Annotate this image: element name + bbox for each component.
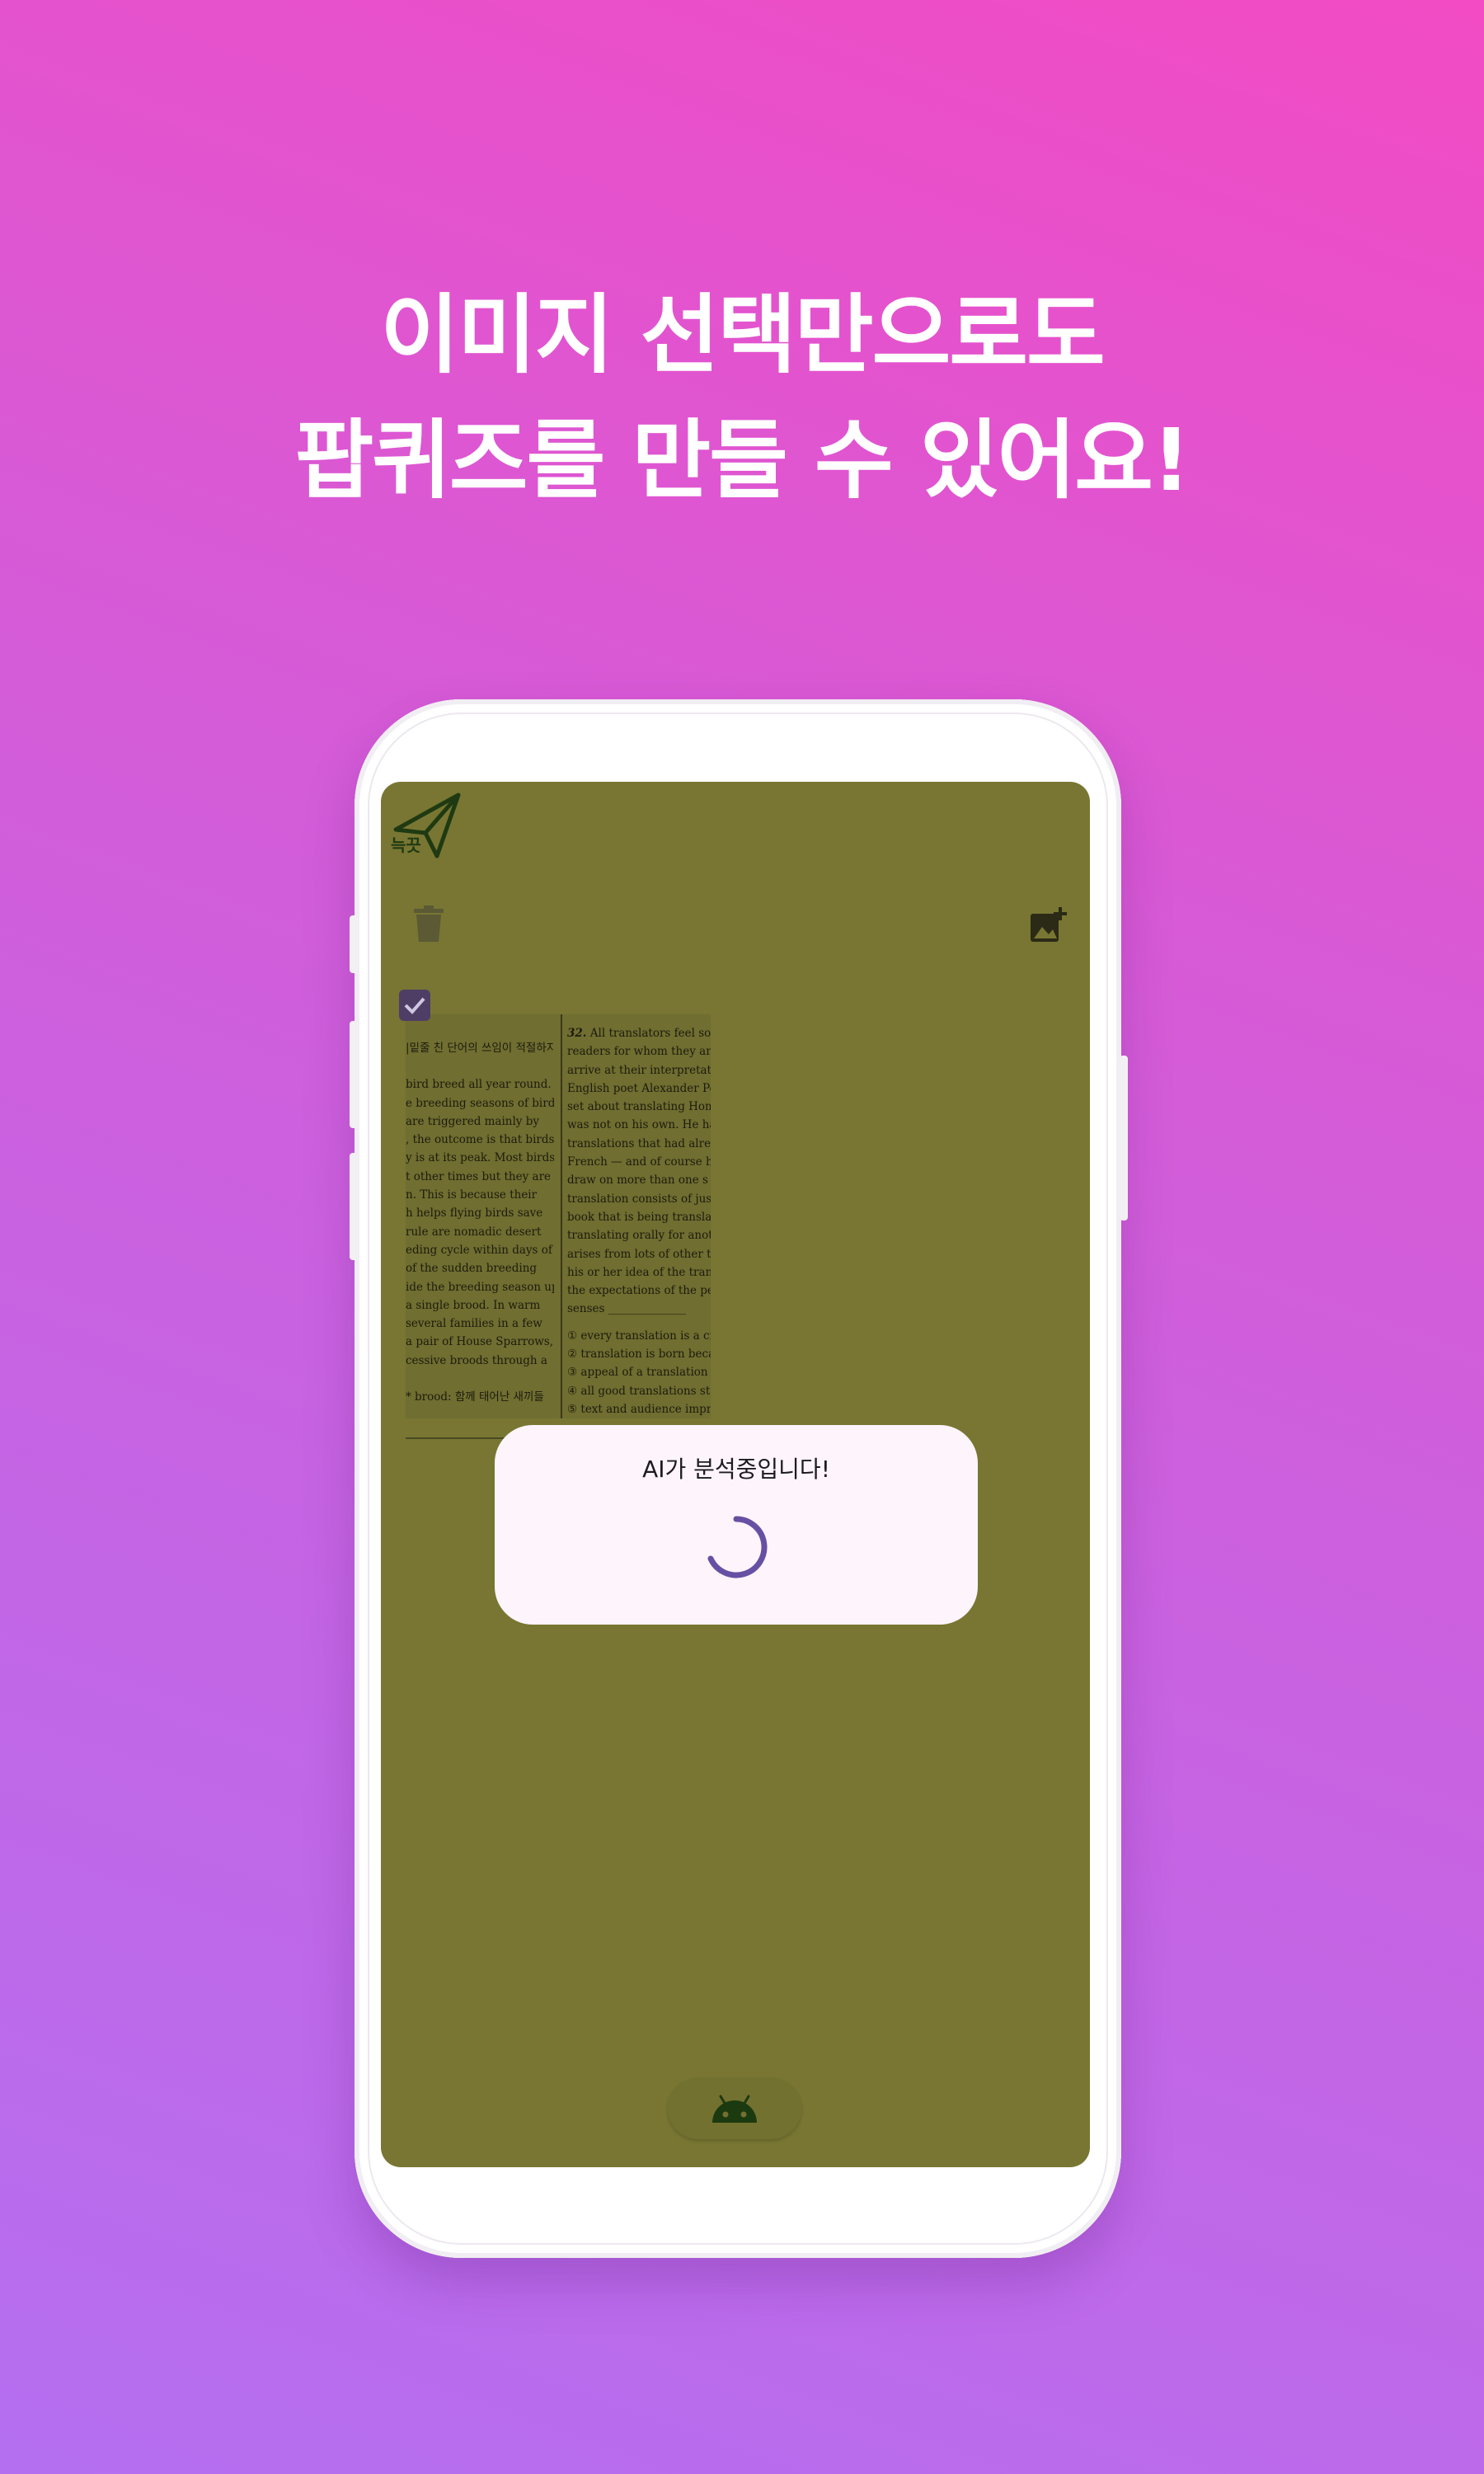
add-photo-icon[interactable] [1029, 907, 1067, 945]
answer-option: ③ appeal of a translation i [567, 1366, 711, 1380]
document-line: readers for whom they ar [567, 1045, 711, 1059]
document-line: h helps flying birds save [406, 1206, 543, 1221]
phone-screen: 늑끗 |밑줄 친 단어의 쓰임이 적절하지 않은 bird breed all … [381, 782, 1090, 2167]
document-line: |밑줄 친 단어의 쓰임이 적절하지 않은 [406, 1042, 554, 1055]
document-line: cessive broods through a [406, 1353, 547, 1367]
document-line: , the outcome is that birds [406, 1133, 554, 1147]
document-line: English poet Alexander Po [567, 1081, 711, 1095]
document-line: y is at its peak. Most birds [406, 1151, 554, 1165]
document-line: set about translating Hom [567, 1100, 711, 1114]
document-line: senses ______________ [567, 1302, 687, 1316]
paper-plane-icon[interactable]: 늑끗 [389, 788, 462, 864]
document-column-divider [561, 1014, 562, 1418]
document-line: a single brood. In warm [406, 1298, 541, 1312]
document-line: translations that had alre [567, 1136, 711, 1150]
document-line: e breeding seasons of birds [406, 1096, 554, 1110]
document-line: translating orally for anot [567, 1229, 711, 1243]
trash-icon[interactable] [412, 905, 445, 943]
document-line: rule are nomadic desert [406, 1225, 542, 1239]
bottom-action-button[interactable] [668, 2078, 801, 2139]
side-button-3 [350, 1153, 358, 1260]
check-icon [404, 997, 425, 1014]
document-left-column: |밑줄 친 단어의 쓰임이 적절하지 않은 bird breed all yea… [406, 1039, 554, 1406]
document-line: draw on more than one s [567, 1174, 708, 1188]
headline-line-1: 이미지 선택만으로도 [380, 285, 1105, 385]
document-line: are triggered mainly by [406, 1114, 539, 1128]
side-button-4 [1120, 1056, 1128, 1221]
image-select-checkbox[interactable] [399, 990, 430, 1021]
document-line: arises from lots of other t [567, 1247, 711, 1261]
document-line: n. This is because their [406, 1188, 538, 1202]
document-line: eding cycle within days of [406, 1243, 552, 1257]
document-line: bird breed all year round. [406, 1078, 552, 1092]
document-line: translation consists of just [567, 1192, 711, 1206]
headline-line-2: 팝퀴즈를 만들 수 있어요! [294, 410, 1191, 510]
loading-spinner-icon [707, 1516, 768, 1578]
document-line: book that is being translat [567, 1210, 711, 1224]
selected-document-image[interactable]: |밑줄 친 단어의 쓰임이 적절하지 않은 bird breed all yea… [406, 1014, 711, 1418]
document-line: All translators feel so [589, 1027, 711, 1040]
loading-message: AI가 분석중입니다! [642, 1456, 830, 1483]
side-button-2 [350, 1021, 358, 1128]
document-line: French — and of course h [567, 1155, 711, 1169]
question-number: 32. [567, 1027, 587, 1040]
document-line: arrive at their interpretati [567, 1063, 711, 1077]
answer-option: ④ all good translations sta [567, 1384, 711, 1398]
document-line: of the sudden breeding [406, 1262, 538, 1276]
side-button-1 [350, 915, 358, 973]
document-line: his or her idea of the tran [567, 1265, 711, 1279]
answer-option: ⑤ text and audience impri [567, 1402, 711, 1416]
logo-text: 늑끗 [391, 835, 421, 855]
answer-option: ① every translation is a cr [567, 1329, 711, 1343]
document-right-column: 32. All translators feel so readers for … [567, 1024, 711, 1418]
document-line: a pair of House Sparrows, [406, 1335, 554, 1349]
document-line: the expectations of the pe [567, 1284, 711, 1298]
android-icon [712, 2095, 757, 2123]
loading-dialog: AI가 분석중입니다! [495, 1425, 978, 1625]
document-line: was not on his own. He ha [567, 1118, 711, 1132]
document-line: several families in a few [406, 1317, 542, 1331]
document-line: t other times but they are [406, 1169, 552, 1183]
document-line: ide the breeding season up [406, 1280, 554, 1294]
app-content: 늑끗 |밑줄 친 단어의 쓰임이 적절하지 않은 bird breed all … [381, 782, 1090, 2167]
document-line: * brood: 함께 태어난 새끼들 [406, 1390, 544, 1404]
headline: 이미지 선택만으로도 팝퀴즈를 만들 수 있어요! [0, 272, 1484, 523]
answer-option: ② translation is born becau [567, 1348, 711, 1362]
